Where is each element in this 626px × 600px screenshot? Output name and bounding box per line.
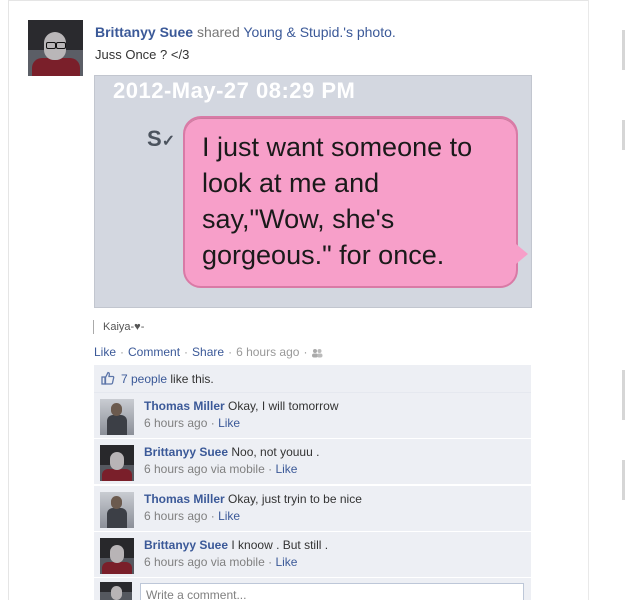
write-comment-row: Write a comment... [94,578,531,600]
likes-suffix: like this. [170,372,214,386]
comment-item: Thomas Miller Okay, I will tomorrow 6 ho… [94,393,531,439]
commenter-avatar[interactable] [100,445,134,481]
comment-text: Noo, not youuu . [231,445,320,459]
right-column-mark [622,460,625,500]
comment-like-link[interactable]: Like [218,509,240,523]
author-name-link[interactable]: Brittanyy Suee [95,24,193,40]
comment-item: Thomas Miller Okay, just tryin to be nic… [94,486,531,532]
author-avatar[interactable] [28,20,83,76]
photo-via-credit: Kaiya-♥- [93,320,144,334]
right-column-mark [622,30,625,70]
feed-top-border [8,0,588,1]
shared-label: shared [196,24,240,40]
bubble-tail [516,244,528,264]
shared-photo[interactable]: 2012-May-27 08:29 PM S✓ I just want some… [94,75,532,308]
commenter-name-link[interactable]: Brittanyy Suee [144,445,228,459]
commenter-avatar[interactable] [100,492,134,528]
current-user-avatar [100,582,132,600]
comment-via: via mobile [210,555,265,569]
commenter-name-link[interactable]: Brittanyy Suee [144,538,228,552]
comment-time[interactable]: 6 hours ago [144,555,207,569]
comment-item: Brittanyy Suee Noo, not youuu . 6 hours … [94,439,531,485]
commenter-avatar[interactable] [100,538,134,574]
comment-text: I knoow . But still . [231,538,329,552]
comment-item: Brittanyy Suee I knoow . But still . 6 h… [94,532,531,578]
comment-time[interactable]: 6 hours ago [144,462,207,476]
sender-mark: S [147,126,162,151]
thumbs-up-icon [101,371,115,385]
commenter-name-link[interactable]: Thomas Miller [144,399,225,413]
post-caption: Juss Once ? </3 [95,47,190,62]
comment-like-link[interactable]: Like [218,416,240,430]
likes-summary: 7 people like this. [94,365,531,393]
right-column [588,0,626,600]
comment-via: via mobile [210,462,265,476]
commenter-name-link[interactable]: Thomas Miller [144,492,225,506]
post-header: Brittanyy Suee shared Young & Stupid.'s … [95,24,396,40]
shared-photo-link[interactable]: 's photo. [343,24,396,40]
comment-link[interactable]: Comment [128,345,180,359]
comment-time[interactable]: 6 hours ago [144,416,207,430]
likes-count-link[interactable]: 7 people [121,372,167,386]
comment-text: Okay, I will tomorrow [228,399,339,413]
comment-text: Okay, just tryin to be nice [228,492,362,506]
like-link[interactable]: Like [94,345,116,359]
feed-left-border [8,0,9,600]
friends-audience-icon[interactable] [311,348,323,358]
post-time[interactable]: 6 hours ago [236,345,299,359]
commenter-avatar[interactable] [100,399,134,435]
comment-like-link[interactable]: Like [275,462,297,476]
right-column-mark [622,370,625,420]
shared-page-link[interactable]: Young & Stupid. [243,24,343,40]
right-column-mark [622,120,625,150]
bubble-text: I just want someone to look at me and sa… [202,132,473,270]
sender-mark-icon: S✓ [147,126,176,151]
comment-time[interactable]: 6 hours ago [144,509,207,523]
share-link[interactable]: Share [192,345,224,359]
comment-like-link[interactable]: Like [275,555,297,569]
comment-input[interactable]: Write a comment... [140,583,524,600]
message-bubble: I just want someone to look at me and sa… [183,116,528,288]
post-actions: Like · Comment · Share · 6 hours ago · [94,345,323,359]
photo-timestamp: 2012-May-27 08:29 PM [113,78,356,103]
